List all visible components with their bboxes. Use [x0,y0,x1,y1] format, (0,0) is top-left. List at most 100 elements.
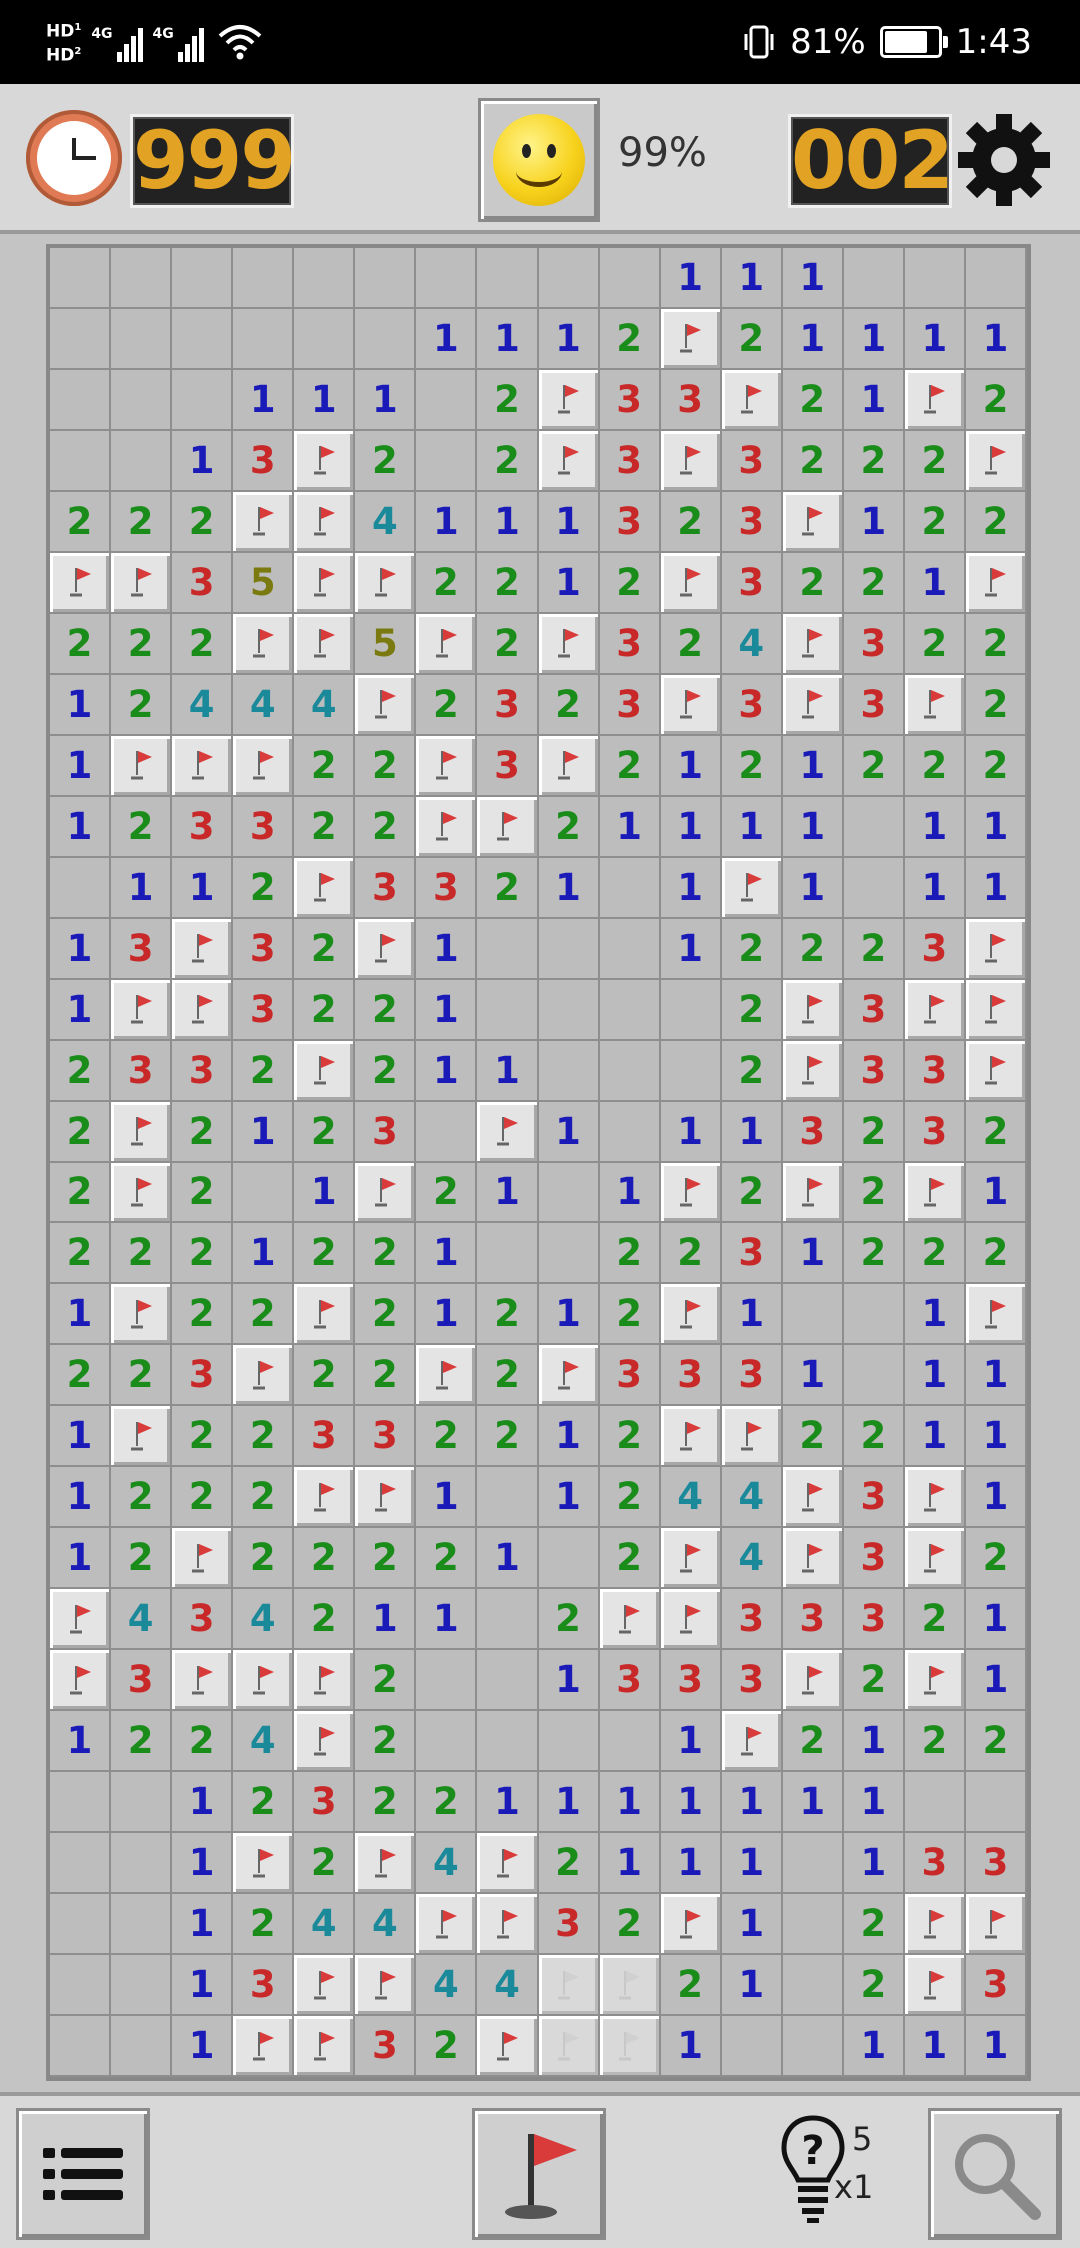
flagged-cell[interactable] [965,430,1027,492]
number-cell[interactable]: 3 [782,1589,844,1651]
empty-cell[interactable] [477,918,539,980]
flagged-cell[interactable] [355,1467,417,1529]
number-cell[interactable]: 1 [416,491,478,553]
number-cell[interactable]: 2 [50,1040,112,1102]
hidden-cell[interactable] [538,1955,600,2017]
number-cell[interactable]: 1 [50,918,112,980]
number-cell[interactable]: 1 [477,308,539,370]
number-cell[interactable]: 3 [843,1040,905,1102]
empty-cell[interactable] [843,1345,905,1407]
flagged-cell[interactable] [782,674,844,736]
flagged-cell[interactable] [477,1894,539,1956]
flagged-cell[interactable] [965,1894,1027,1956]
number-cell[interactable]: 1 [50,1467,112,1529]
empty-cell[interactable] [111,430,173,492]
flagged-cell[interactable] [782,613,844,675]
flagged-cell[interactable] [294,613,356,675]
number-cell[interactable]: 1 [416,918,478,980]
empty-cell[interactable] [233,308,295,370]
number-cell[interactable]: 3 [355,1101,417,1163]
number-cell[interactable]: 1 [294,1162,356,1224]
number-cell[interactable]: 3 [599,613,661,675]
hidden-cell[interactable] [599,2016,661,2077]
number-cell[interactable]: 1 [50,1284,112,1346]
number-cell[interactable]: 2 [721,918,783,980]
number-cell[interactable]: 1 [538,1772,600,1834]
flagged-cell[interactable] [965,918,1027,980]
number-cell[interactable]: 2 [416,1528,478,1590]
number-cell[interactable]: 1 [843,2016,905,2077]
number-cell[interactable]: 2 [904,613,966,675]
number-cell[interactable]: 3 [721,674,783,736]
flagged-cell[interactable] [233,1345,295,1407]
number-cell[interactable]: 3 [233,430,295,492]
number-cell[interactable]: 2 [172,1101,234,1163]
empty-cell[interactable] [416,369,478,431]
number-cell[interactable]: 2 [50,1345,112,1407]
number-cell[interactable]: 2 [477,1406,539,1468]
hidden-cell[interactable] [538,2016,600,2077]
flagged-cell[interactable] [416,1894,478,1956]
number-cell[interactable]: 2 [416,674,478,736]
number-cell[interactable]: 2 [782,918,844,980]
number-cell[interactable]: 2 [904,1711,966,1773]
number-cell[interactable]: 3 [111,1040,173,1102]
flagged-cell[interactable] [538,1345,600,1407]
empty-cell[interactable] [843,1284,905,1346]
empty-cell[interactable] [294,308,356,370]
number-cell[interactable]: 3 [233,918,295,980]
number-cell[interactable]: 2 [233,857,295,919]
empty-cell[interactable] [50,857,112,919]
number-cell[interactable]: 1 [50,735,112,797]
number-cell[interactable]: 1 [416,308,478,370]
number-cell[interactable]: 3 [294,1406,356,1468]
number-cell[interactable]: 1 [477,1040,539,1102]
number-cell[interactable]: 2 [416,1162,478,1224]
flagged-cell[interactable] [782,1528,844,1590]
number-cell[interactable]: 2 [965,369,1027,431]
number-cell[interactable]: 2 [233,1040,295,1102]
number-cell[interactable]: 4 [233,1711,295,1773]
empty-cell[interactable] [50,430,112,492]
number-cell[interactable]: 2 [355,1711,417,1773]
empty-cell[interactable] [782,1955,844,2017]
number-cell[interactable]: 3 [416,857,478,919]
flagged-cell[interactable] [782,1040,844,1102]
empty-cell[interactable] [111,308,173,370]
number-cell[interactable]: 1 [50,1406,112,1468]
flagged-cell[interactable] [965,1040,1027,1102]
number-cell[interactable]: 4 [721,613,783,675]
number-cell[interactable]: 2 [904,430,966,492]
empty-cell[interactable] [538,1711,600,1773]
flagged-cell[interactable] [538,369,600,431]
number-cell[interactable]: 2 [965,1223,1027,1285]
flagged-cell[interactable] [538,613,600,675]
flagged-cell[interactable] [416,1345,478,1407]
number-cell[interactable]: 4 [294,1894,356,1956]
number-cell[interactable]: 2 [782,430,844,492]
number-cell[interactable]: 1 [782,735,844,797]
number-cell[interactable]: 2 [965,674,1027,736]
flagged-cell[interactable] [233,735,295,797]
number-cell[interactable]: 1 [294,369,356,431]
flagged-cell[interactable] [477,2016,539,2077]
number-cell[interactable]: 1 [599,1833,661,1895]
flagged-cell[interactable] [355,1162,417,1224]
number-cell[interactable]: 1 [538,1284,600,1346]
number-cell[interactable]: 2 [172,1467,234,1529]
number-cell[interactable]: 2 [538,674,600,736]
number-cell[interactable]: 2 [172,1711,234,1773]
flagged-cell[interactable] [355,918,417,980]
number-cell[interactable]: 2 [843,1894,905,1956]
number-cell[interactable]: 1 [965,1162,1027,1224]
number-cell[interactable]: 2 [538,796,600,858]
flagged-cell[interactable] [904,1894,966,1956]
empty-cell[interactable] [599,248,661,309]
number-cell[interactable]: 2 [172,1284,234,1346]
number-cell[interactable]: 1 [599,1772,661,1834]
flagged-cell[interactable] [660,430,722,492]
flagged-cell[interactable] [294,1711,356,1773]
empty-cell[interactable] [111,1833,173,1895]
flagged-cell[interactable] [172,979,234,1041]
number-cell[interactable]: 1 [721,1833,783,1895]
